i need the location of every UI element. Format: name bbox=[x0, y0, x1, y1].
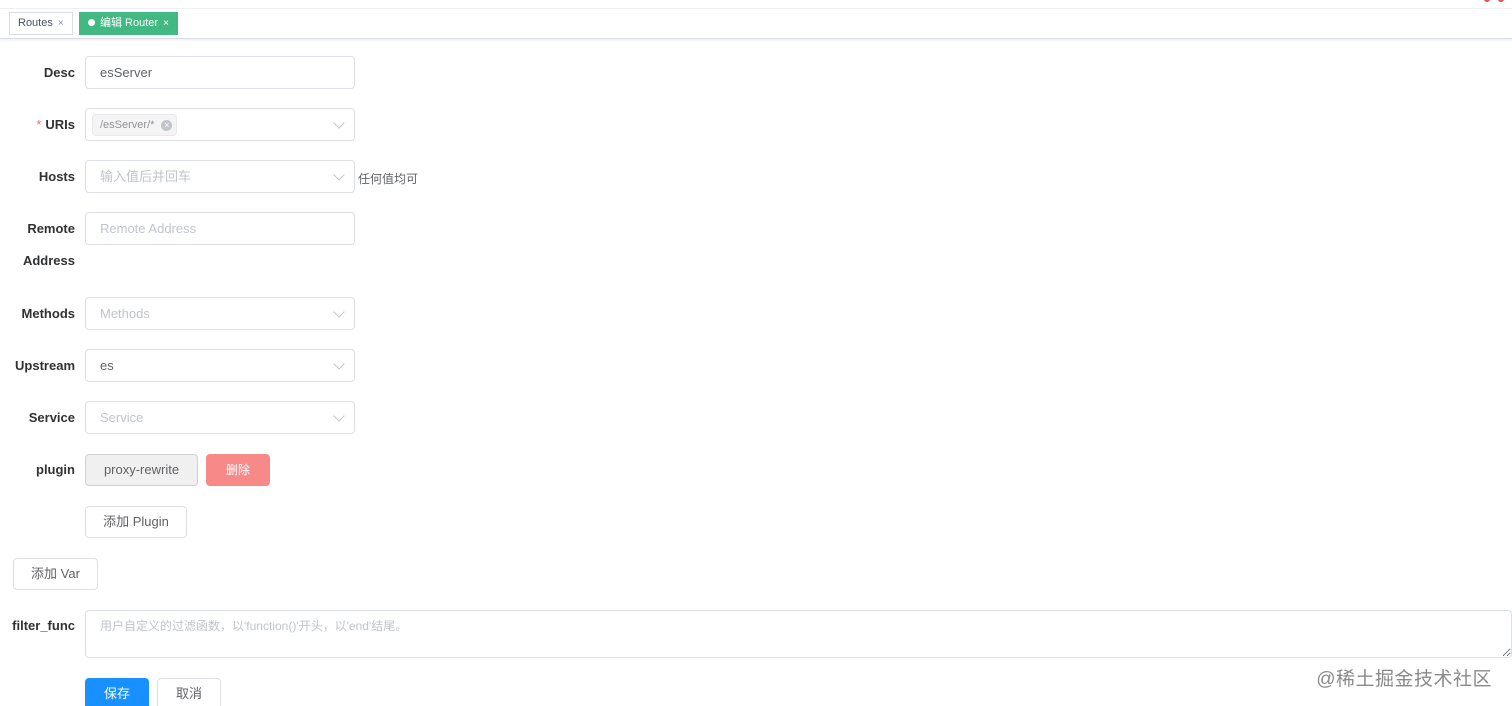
plugin-label: plugin bbox=[36, 462, 75, 477]
remote-address-label-line2: Address bbox=[22, 253, 75, 268]
service-select[interactable]: Service bbox=[85, 401, 355, 434]
uris-label: * URIs bbox=[0, 117, 75, 133]
active-dot-icon bbox=[88, 19, 95, 26]
tab-edit-router[interactable]: 编辑 Router × bbox=[79, 12, 178, 35]
remote-address-label-line1: Remote bbox=[27, 221, 75, 236]
required-mark: * bbox=[36, 117, 42, 132]
remote-address-input[interactable]: Remote Address bbox=[85, 212, 355, 245]
methods-select[interactable]: Methods bbox=[85, 297, 355, 330]
upstream-select[interactable]: es bbox=[85, 349, 355, 382]
methods-placeholder: Methods bbox=[100, 306, 150, 321]
close-icon[interactable]: × bbox=[163, 13, 169, 34]
chevron-down-icon bbox=[333, 410, 345, 422]
service-label: Service bbox=[28, 410, 75, 425]
chevron-down-icon bbox=[333, 306, 345, 318]
upstream-value: es bbox=[100, 358, 114, 373]
uri-tag: /esServer/* × bbox=[92, 114, 178, 136]
add-var-button[interactable]: 添加 Var bbox=[13, 558, 98, 590]
desc-input[interactable]: esServer bbox=[85, 56, 355, 89]
watermark: @稀土掘金技术社区 bbox=[1316, 669, 1492, 690]
filter-func-label: filter_func bbox=[12, 618, 75, 633]
hosts-hint: 任何值均可 bbox=[358, 172, 419, 186]
close-icon[interactable]: × bbox=[58, 13, 64, 34]
add-plugin-button[interactable]: 添加 Plugin bbox=[85, 506, 187, 538]
corner-decoration bbox=[1468, 0, 1508, 4]
top-divider bbox=[0, 8, 1512, 9]
delete-plugin-button[interactable]: 删除 bbox=[206, 454, 270, 486]
service-placeholder: Service bbox=[100, 410, 144, 425]
hosts-label: Hosts bbox=[38, 169, 75, 184]
hosts-select[interactable]: 输入值后并回车 bbox=[85, 160, 355, 193]
save-button[interactable]: 保存 bbox=[85, 678, 149, 706]
uris-select[interactable]: /esServer/* × bbox=[85, 108, 355, 141]
chevron-down-icon bbox=[333, 117, 345, 129]
hosts-placeholder: 输入值后并回车 bbox=[100, 169, 192, 184]
tag-close-icon[interactable]: × bbox=[161, 120, 173, 131]
chevron-down-icon bbox=[333, 169, 345, 181]
desc-label: Desc bbox=[43, 65, 75, 80]
tab-routes[interactable]: Routes × bbox=[9, 12, 73, 35]
uris-label-text: URIs bbox=[45, 117, 75, 132]
plugin-proxy-rewrite-button[interactable]: proxy-rewrite bbox=[85, 454, 198, 486]
uri-tag-text: /esServer/* bbox=[100, 119, 155, 131]
tab-label: Routes bbox=[18, 17, 53, 29]
cancel-button[interactable]: 取消 bbox=[157, 678, 221, 706]
tab-label: 编辑 Router bbox=[100, 17, 159, 29]
chevron-down-icon bbox=[333, 358, 345, 370]
filter-func-textarea[interactable] bbox=[85, 610, 1512, 658]
methods-label: Methods bbox=[21, 306, 75, 321]
tags-view-bar: Routes × 编辑 Router × bbox=[0, 0, 1512, 39]
upstream-label: Upstream bbox=[15, 358, 75, 373]
